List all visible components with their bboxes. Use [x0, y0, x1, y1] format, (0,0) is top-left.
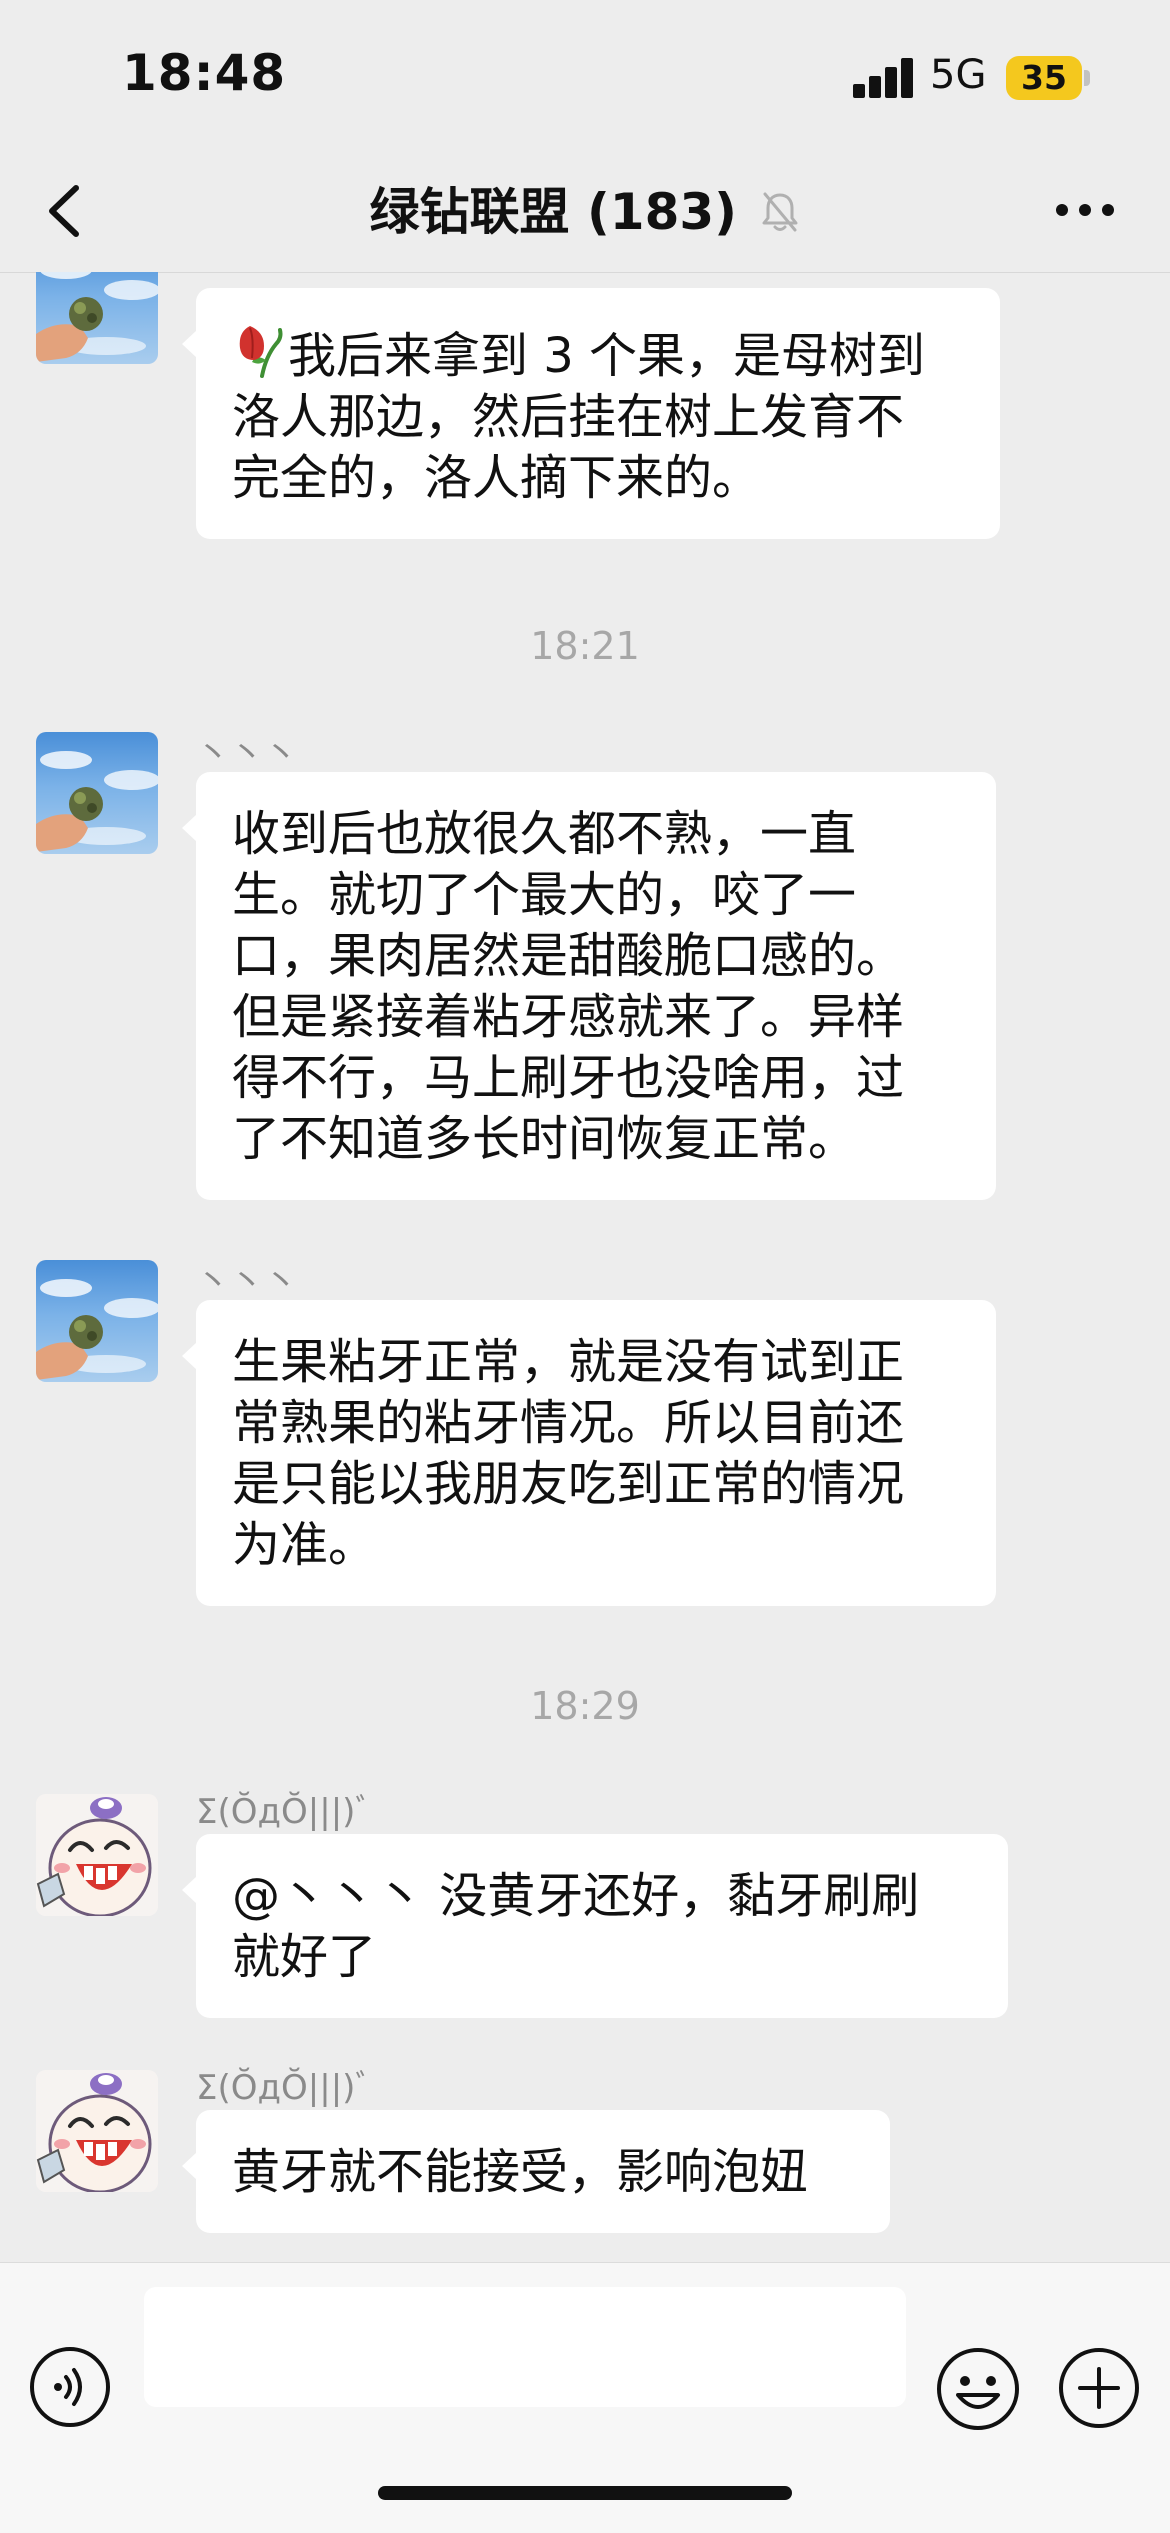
message-bubble[interactable]: 黄牙就不能接受，影响泡妞	[182, 2110, 890, 2233]
message-line: 得不行，马上刷牙也没啥用，过	[232, 1050, 905, 1106]
plus-icon	[1059, 2348, 1139, 2428]
more-button[interactable]	[1054, 190, 1116, 230]
message-line: 口，果肉居然是甜酸脆口感的。	[232, 928, 905, 984]
message-line: 就好了	[232, 1929, 377, 1985]
message-line: 了不知道多长时间恢复正常。	[232, 1111, 857, 1167]
cellular-signal-icon	[853, 58, 915, 98]
plus-button[interactable]	[1056, 2345, 1142, 2431]
emoji-button[interactable]	[934, 2345, 1022, 2433]
cartoon-avatar	[36, 1794, 158, 1916]
timestamp: 18:21	[530, 624, 640, 668]
message-bubble[interactable]: 收到后也放很久都不熟，一直 生。就切了个最大的，咬了一 口，果肉居然是甜酸脆口感…	[182, 772, 996, 1200]
avatar[interactable]	[36, 1260, 158, 1382]
sender-name: Σ(ŎдŎ|||)ﾞ	[196, 1792, 373, 1832]
message-line: 常熟果的粘牙情况。所以目前还	[232, 1395, 905, 1451]
message-line: 生果粘牙正常，就是没有试到正	[232, 1334, 905, 1390]
sender-name: 丶丶丶	[196, 734, 298, 774]
emoji-icon	[937, 2348, 1019, 2430]
wilted-flower-icon	[239, 326, 283, 378]
status-time: 18:48	[122, 44, 287, 102]
sky-hand-avatar	[36, 1279, 158, 1380]
chat-title[interactable]: 绿钻联盟 (183)	[370, 183, 737, 241]
sky-hand-avatar	[36, 272, 158, 362]
message-line: 生。就切了个最大的，咬了一	[232, 867, 857, 923]
avatar[interactable]	[36, 272, 158, 364]
message-list[interactable]: 丶丶丶 我后来拿到 3 个果，是母树到 洛人那边，然后挂在树上发育不 完全的，洛…	[0, 272, 1170, 2262]
message-line: 为准。	[232, 1517, 377, 1573]
bell-muted-icon	[762, 192, 798, 231]
status-bar: 18:48 5G 35	[0, 0, 1170, 150]
avatar[interactable]	[36, 2070, 158, 2192]
voice-button[interactable]	[28, 2345, 112, 2429]
message-line: 收到后也放很久都不熟，一直	[232, 806, 857, 862]
sender-name: 丶丶丶	[196, 1262, 298, 1302]
cartoon-avatar	[36, 2070, 158, 2192]
sky-hand-avatar	[36, 751, 158, 852]
timestamp: 18:29	[530, 1684, 640, 1728]
battery-level: 35	[1021, 58, 1067, 97]
voice-icon	[30, 2347, 110, 2427]
message-line-text: 我后来拿到 3 个果，是母树到	[288, 328, 926, 384]
battery-tip	[1084, 70, 1090, 86]
message-line: @丶丶丶 没黄牙还好，黏牙刷刷	[232, 1868, 920, 1924]
chat-title-bar: 绿钻联盟 (183)	[0, 172, 1170, 244]
avatar[interactable]	[36, 1794, 158, 1916]
message-line-3: 完全的，洛人摘下来的。	[232, 450, 761, 506]
message-line: 但是紧接着粘牙感就来了。异样	[232, 989, 905, 1045]
message-bubble[interactable]: @丶丶丶 没黄牙还好，黏牙刷刷 就好了	[182, 1834, 1008, 2018]
message-line-2: 洛人那边，然后挂在树上发育不	[232, 389, 905, 445]
message-line: 是只能以我朋友吃到正常的情况	[232, 1456, 905, 1512]
message-bubble[interactable]: 我后来拿到 3 个果，是母树到 洛人那边，然后挂在树上发育不 完全的，洛人摘下来…	[182, 288, 1000, 539]
sender-name: Σ(ŎдŎ|||)ﾞ	[196, 2068, 373, 2108]
sender-name: 丶丶丶	[196, 272, 298, 285]
message-line-1: 我后来拿到 3 个果，是母树到	[232, 320, 960, 387]
message-bubble[interactable]: 生果粘牙正常，就是没有试到正 常熟果的粘牙情况。所以目前还 是只能以我朋友吃到正…	[182, 1300, 996, 1606]
ellipsis-icon	[1056, 204, 1114, 216]
network-type: 5G	[930, 52, 987, 98]
message-input[interactable]	[144, 2287, 906, 2407]
home-indicator[interactable]	[378, 2486, 792, 2500]
battery-icon: 35	[1006, 56, 1082, 100]
message-line: 黄牙就不能接受，影响泡妞	[232, 2144, 809, 2200]
chat-header: 绿钻联盟 (183)	[0, 150, 1170, 273]
avatar[interactable]	[36, 732, 158, 854]
